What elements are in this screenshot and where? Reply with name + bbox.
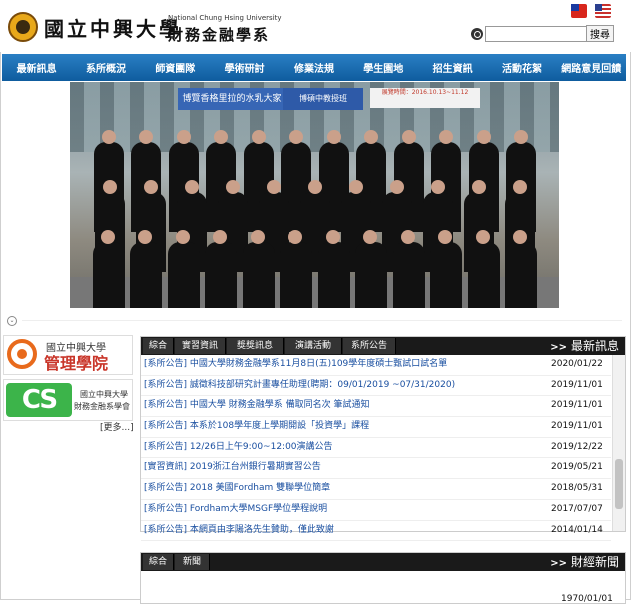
language-switcher [571,4,611,18]
news-section-title: >> 最新訊息 [550,337,619,355]
news-scrollbar[interactable] [612,355,625,531]
news-title[interactable]: 中國大學財務金融學系11月8日(五)109學年度碩士甄試口試名單 [190,359,447,369]
scrollbar-thumb[interactable] [615,459,623,509]
news-category: [系所公告] [144,503,188,514]
list-item[interactable]: [系所公告] Fordham大學MSGF學位學程說明 2017/07/07 [141,500,611,521]
news-title[interactable]: 中國大學 財務金融學系 備取同名次 筆試通知 [190,400,370,410]
news-date: 2020/01/22 [551,359,603,369]
school-name-en: National Chung Hsing University [168,14,282,22]
search-icon [471,28,483,40]
tab-announcements[interactable]: 系所公告 [343,338,396,354]
news-title[interactable]: 12/26日上午9:00~12:00演講公告 [190,442,333,452]
tab-finance-general[interactable]: 綜合 [143,554,174,570]
news-date: 2018/05/31 [551,483,603,494]
list-item[interactable]: [系所公告] 中國大學財務金融學系11月8日(五)109學年度碩士甄試口試名單 2… [141,355,611,376]
student-association-logo-icon: CS [6,383,72,417]
nav-item-faculty[interactable]: 師資團隊 [141,54,210,81]
news-date: 2019/11/01 [551,379,603,390]
flag-taiwan-icon[interactable] [571,4,587,18]
list-item[interactable]: [實習資訊] 2019浙江台州銀行暑期實習公告 2019/05/21 [141,458,611,480]
university-logo-icon[interactable] [8,12,38,42]
finance-tabbar: 綜合 新聞 >> 財經新聞 [141,553,625,571]
news-category: [實習資訊] [144,462,188,473]
photo-banner-right: 博碩中教授班 [283,88,363,110]
association-line-1: 國立中興大學 [80,390,128,399]
search-input[interactable] [485,26,587,42]
finance-news-panel: 綜合 新聞 >> 財經新聞 1970/01/01 [140,552,626,604]
news-title[interactable]: 本系於108學年度上學期開設「投資學」課程 [190,421,369,431]
news-title-mark: >> [550,342,567,353]
list-item[interactable]: [系所公告] 本網頁由李陽洛先生贊助，僅此致謝 2014/01/14 [141,521,611,542]
news-date: 2019/11/01 [551,400,603,411]
news-title[interactable]: Fordham大學MSGF學位學程說明 [190,504,327,514]
news-title[interactable]: 2019浙江台州銀行暑期實習公告 [190,462,321,472]
list-item[interactable]: [系所公告] 12/26日上午9:00~12:00演講公告 2019/12/22 [141,438,611,459]
news-date: 2017/07/07 [551,503,603,514]
header: 國立中興大學 National Chung Hsing University 財… [0,0,631,52]
news-date: 2014/01/14 [551,524,603,535]
tab-internship[interactable]: 實習資訊 [175,338,226,354]
news-date: 2019/05/21 [551,462,603,473]
nav-item-feedback[interactable]: 網路意見回饋 [557,54,626,81]
finance-first-date: 1970/01/01 [561,594,613,604]
news-title[interactable]: 2018 美國Fordham 雙聯學位簡章 [190,483,330,493]
graduates-front-row [90,230,540,308]
news-category: [系所公告] [144,421,188,432]
news-title-text: 最新訊息 [570,339,619,353]
management-college-link[interactable]: 國立中興大學 管理學院 [3,335,133,375]
department-name[interactable]: 財務金融學系 [168,24,270,45]
main-nav: 最新訊息 系所概況 師資團隊 學術研討 修業法規 學生園地 招生資訊 活動花絮 … [2,54,626,81]
news-date: 2019/11/01 [551,421,603,432]
news-category: [系所公告] [144,400,188,411]
management-college-logo-icon [7,339,37,369]
finance-section-title: >> 財經新聞 [550,553,619,571]
photo-banner-left: 博覽香格里拉的水乳大家 [178,88,286,110]
nav-item-regulations[interactable]: 修業法規 [279,54,348,81]
hero-photo: 博覽香格里拉的水乳大家 博碩中教授班 展覽時間：2016.10.13~11.12 [70,82,559,308]
finance-title-mark: >> [550,558,567,569]
tab-lectures[interactable]: 演講活動 [285,338,342,354]
tab-awards[interactable]: 獎獎訊息 [227,338,284,354]
tab-general[interactable]: 綜合 [143,338,174,354]
association-line-2: 財務金融系學會 [74,402,130,411]
news-category: [系所公告] [144,359,188,369]
chevron-down-icon[interactable]: ⌄ [7,316,17,326]
news-category: [系所公告] [144,441,188,452]
nav-item-seminar[interactable]: 學術研討 [210,54,279,81]
news-category: [系所公告] [144,524,188,535]
news-title[interactable]: 本網頁由李陽洛先生贊助，僅此致謝 [190,525,334,535]
news-date: 2019/12/22 [551,441,603,452]
nav-item-news[interactable]: 最新訊息 [2,54,71,81]
news-list: [系所公告] 中國大學財務金融學系11月8日(五)109學年度碩士甄試口試名單 2… [141,355,611,542]
nav-item-admissions[interactable]: 招生資訊 [418,54,487,81]
news-category: [系所公告] [144,379,188,390]
divider [22,320,622,321]
nav-item-overview[interactable]: 系所概況 [71,54,140,81]
more-link[interactable]: [更多...] [100,420,134,433]
news-category: [系所公告] [144,483,188,494]
photo-banner-small: 展覽時間：2016.10.13~11.12 [370,88,480,108]
list-item[interactable]: [系所公告] 本系於108學年度上學期開設「投資學」課程 2019/11/01 [141,417,611,438]
news-title[interactable]: 誠徵科技部研究計畫專任助理(聘期：09/01/2019 ~07/31/2020) [190,380,455,390]
finance-title-text: 財經新聞 [570,555,619,569]
student-association-link[interactable]: CS 國立中興大學 財務金融系學會 [3,379,133,421]
list-item[interactable]: [系所公告] 2018 美國Fordham 雙聯學位簡章 2018/05/31 [141,479,611,500]
news-tabbar: 綜合 實習資訊 獎獎訊息 演講活動 系所公告 >> 最新訊息 [141,337,625,355]
flag-usa-icon[interactable] [595,4,611,18]
management-college-title: 管理學院 [44,354,109,373]
nav-item-students[interactable]: 學生園地 [349,54,418,81]
list-item[interactable]: [系所公告] 中國大學 財務金融學系 備取同名次 筆試通知 2019/11/01 [141,396,611,418]
search-button[interactable]: 搜尋 [586,25,614,42]
nav-item-gallery[interactable]: 活動花絮 [487,54,556,81]
list-item[interactable]: [系所公告] 誠徵科技部研究計畫專任助理(聘期：09/01/2019 ~07/3… [141,376,611,397]
news-panel: 綜合 實習資訊 獎獎訊息 演講活動 系所公告 >> 最新訊息 [系所公告] 中國大… [140,336,626,542]
school-name[interactable]: 國立中興大學 [44,13,182,42]
tab-finance-news[interactable]: 新聞 [175,554,210,570]
